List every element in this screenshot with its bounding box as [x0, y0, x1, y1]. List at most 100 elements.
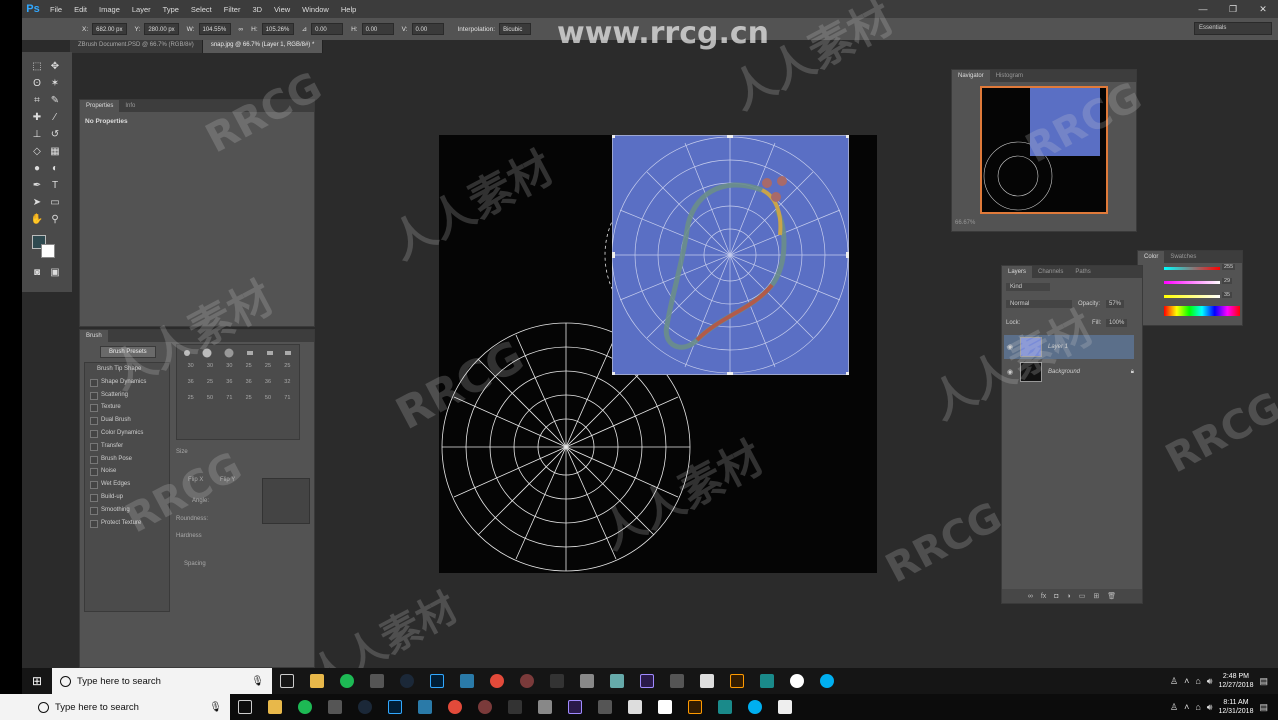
marquee-tool-icon[interactable]: ⬚: [30, 60, 44, 74]
blue-slider[interactable]: [1164, 295, 1220, 298]
interpolation-select[interactable]: Bicubic: [499, 23, 532, 35]
healing-brush-icon[interactable]: ✚: [30, 111, 44, 125]
navigator-zoom[interactable]: 66.67%: [955, 220, 975, 226]
menu-view[interactable]: View: [268, 5, 296, 14]
tab-brush[interactable]: Brush: [80, 330, 108, 342]
brush-option[interactable]: Wet Edges: [85, 478, 169, 491]
network-icon[interactable]: ⌂: [1195, 702, 1200, 712]
chrome-icon[interactable]: [440, 694, 470, 720]
new-group-icon[interactable]: ▭: [1079, 592, 1086, 600]
tab-properties[interactable]: Properties: [80, 100, 120, 112]
skype-icon[interactable]: [740, 694, 770, 720]
adjustment-layer-icon[interactable]: ◑: [1067, 593, 1071, 600]
layer-style-icon[interactable]: fx: [1041, 593, 1046, 600]
clone-stamp-icon[interactable]: ⊥: [30, 128, 44, 142]
transform-handle[interactable]: [846, 372, 852, 378]
menu-3d[interactable]: 3D: [246, 5, 268, 14]
brush-option[interactable]: Build-up: [85, 491, 169, 504]
dodge-tool-icon[interactable]: ◐: [48, 162, 62, 176]
type-tool-icon[interactable]: T: [48, 179, 62, 193]
app-icon[interactable]: [512, 668, 542, 694]
tab-zbrush-document[interactable]: ZBrush Document.PSD @ 66.7% (RGB/8#): [70, 40, 203, 53]
x-field[interactable]: 682.00 px: [92, 23, 127, 35]
file-explorer-icon[interactable]: [260, 694, 290, 720]
file-explorer-icon[interactable]: [302, 668, 332, 694]
app-icon[interactable]: [590, 694, 620, 720]
tab-layers[interactable]: Layers: [1002, 266, 1033, 278]
app-icon[interactable]: [320, 694, 350, 720]
eye-icon[interactable]: ◉: [1004, 343, 1016, 351]
app-icon[interactable]: [782, 668, 812, 694]
tab-navigator[interactable]: Navigator: [952, 70, 990, 82]
lasso-tool-icon[interactable]: ʘ: [30, 77, 44, 91]
volume-icon[interactable]: 🔊︎: [1207, 702, 1213, 713]
brush-option[interactable]: Scattering: [85, 389, 169, 402]
brush-angle-preview[interactable]: [262, 478, 310, 524]
chevron-up-icon[interactable]: ˄: [1184, 702, 1189, 712]
tab-swatches[interactable]: Swatches: [1164, 251, 1202, 263]
app-icon[interactable]: [362, 668, 392, 694]
gradient-tool-icon[interactable]: ▦: [48, 145, 62, 159]
app-icon[interactable]: [752, 668, 782, 694]
blue-value[interactable]: 35: [1222, 292, 1233, 298]
transform-handle[interactable]: [609, 132, 615, 138]
layer-filter-kind[interactable]: Kind: [1006, 283, 1050, 291]
tab-snap-jpg[interactable]: snap.jpg @ 66.7% (Layer 1, RGB/8#) *: [202, 40, 324, 53]
brush-option[interactable]: Transfer: [85, 440, 169, 453]
workspace-select[interactable]: Essentials: [1194, 22, 1272, 35]
color-ramp[interactable]: [1164, 306, 1240, 316]
app-icon[interactable]: [542, 668, 572, 694]
tab-paths[interactable]: Paths: [1069, 266, 1096, 278]
flip-y-checkbox[interactable]: Flip Y: [220, 477, 235, 483]
brush-option[interactable]: Smoothing: [85, 504, 169, 517]
windows-start-icon[interactable]: ⊞: [22, 674, 52, 688]
menu-window[interactable]: Window: [296, 5, 335, 14]
menu-select[interactable]: Select: [185, 5, 218, 14]
app-icon[interactable]: [650, 694, 680, 720]
notifications-icon[interactable]: ▤: [1259, 676, 1268, 687]
eyedropper-icon[interactable]: ✎: [48, 94, 62, 108]
spotify-icon[interactable]: [290, 694, 320, 720]
add-mask-icon[interactable]: ◘: [1054, 593, 1058, 600]
crop-tool-icon[interactable]: ⌗: [30, 94, 44, 108]
task-view-icon[interactable]: [272, 668, 302, 694]
green-value[interactable]: 29: [1222, 278, 1233, 284]
layer-row-background[interactable]: ◉ Background 🔒︎: [1004, 360, 1134, 384]
illustrator-icon[interactable]: [722, 668, 752, 694]
brush-option[interactable]: Brush Tip Shape: [85, 363, 169, 376]
pen-tool-icon[interactable]: ✒: [30, 179, 44, 193]
menu-type[interactable]: Type: [157, 5, 185, 14]
width-field[interactable]: 104.55%: [198, 23, 231, 35]
brush-option[interactable]: Color Dynamics: [85, 427, 169, 440]
navigator-thumbnail[interactable]: [980, 86, 1108, 214]
brush-tip-grid[interactable]: 30 30 30 25 25 25 36 25 36 36 36 32 25 50 71 25 50 71: [176, 344, 300, 440]
spotify-icon[interactable]: [332, 668, 362, 694]
path-selection-icon[interactable]: ➤: [30, 196, 44, 210]
chrome-icon[interactable]: [482, 668, 512, 694]
opacity-value[interactable]: 57%: [1106, 300, 1125, 308]
brush-option[interactable]: Noise: [85, 465, 169, 478]
brush-option[interactable]: Brush Pose: [85, 453, 169, 466]
skype-icon[interactable]: [812, 668, 842, 694]
transform-handle[interactable]: [609, 252, 615, 258]
microphone-icon[interactable]: 🎙︎: [251, 676, 264, 687]
hskew-field[interactable]: 0.00: [361, 23, 394, 35]
brush-option[interactable]: Dual Brush: [85, 414, 169, 427]
magic-wand-icon[interactable]: ✶: [48, 77, 62, 91]
eraser-icon[interactable]: ◇: [30, 145, 44, 159]
app-icon[interactable]: [602, 668, 632, 694]
hand-tool-icon[interactable]: ✋: [30, 213, 44, 227]
app-icon[interactable]: [710, 694, 740, 720]
fill-value[interactable]: 100%: [1106, 319, 1128, 327]
menu-file[interactable]: File: [44, 5, 68, 14]
app-icon[interactable]: [662, 668, 692, 694]
app-icon[interactable]: [500, 694, 530, 720]
transform-handle[interactable]: [727, 372, 733, 378]
red-value[interactable]: 255: [1222, 264, 1236, 270]
layer-1-image[interactable]: [609, 132, 852, 378]
transform-handle[interactable]: [846, 132, 852, 138]
app-icon[interactable]: [692, 668, 722, 694]
photoshop-taskbar-icon[interactable]: [422, 668, 452, 694]
layer-row-layer-1[interactable]: ◉ Layer 1: [1004, 335, 1134, 359]
outer-clock[interactable]: 8:11 AM 12/31/2018: [1218, 698, 1253, 716]
